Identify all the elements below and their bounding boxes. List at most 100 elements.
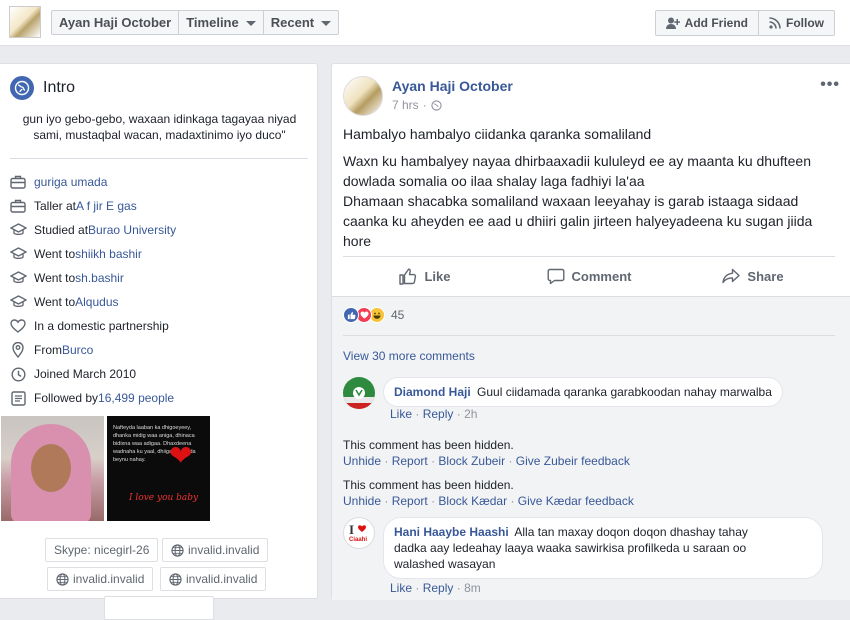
globe-icon [169,572,182,586]
comment-actions: Like · Reply · 8m [390,581,481,595]
divider [10,158,308,159]
report-link[interactable]: Report [392,454,428,468]
share-button[interactable]: Share [671,257,835,295]
heart-graphic-icon: ❤ [169,440,193,471]
profile-thumbnail[interactable] [9,6,41,38]
share-arrow-icon [722,268,741,284]
tab-recent[interactable]: Recent [264,11,338,34]
block-user-link[interactable]: Block Zubeir [438,454,505,468]
website-chip-1[interactable]: invalid.invalid [162,538,269,562]
follow-button[interactable]: Follow [759,11,834,35]
block-user-link[interactable]: Block Kædar [438,494,507,508]
comment-author[interactable]: Hani Haaybe Haashi [394,525,509,539]
profile-name: Ayan Haji October [59,15,172,30]
intro-row-text: Studied at [34,223,89,237]
comment-reply-link[interactable]: Reply [423,407,454,421]
comment-icon [547,268,565,284]
hidden-comment-message: This comment has been hidden. [343,438,514,452]
website-chip-3[interactable]: invalid.invalid [160,567,267,591]
add-friend-icon [665,17,680,29]
comment-author[interactable]: Diamond Haji [394,385,471,399]
commenter-avatar[interactable] [343,377,375,409]
graduation-cap-icon [9,245,27,263]
post-timestamp[interactable]: 7 hrs [392,98,419,112]
separator-dot: · [456,407,465,421]
separator-dot: · [427,454,439,468]
school-link[interactable]: Alqudus [75,295,118,309]
briefcase-icon [9,197,27,215]
post-line: dowlada somalia oo ilaa shalay laga fadh… [343,173,645,189]
comment-timestamp[interactable]: 8m [464,581,481,595]
followers-link[interactable]: 16,499 people [98,391,174,405]
school-link[interactable]: Burao University [88,223,176,237]
chevron-down-icon [321,21,332,26]
comment-text: Alla tan maxay doqon doqon dhashay tahay [514,525,748,539]
comment-text: dadka aay ledeahay laaya waaka sawirkisa… [394,541,747,555]
separator-dot: · [415,407,423,421]
profile-name-link[interactable]: Ayan Haji October [52,11,180,34]
like-button[interactable]: Like [343,257,507,295]
featured-photo-2[interactable]: Nafteyda laaban ka dhigoeyeey, dhanka mi… [107,416,210,521]
contact-chip-partial[interactable] [104,596,214,620]
intro-bio: gun iyo gebo-gebo, waxaan idinkaga tagay… [22,112,297,142]
tab-timeline-label: Timeline [186,15,239,30]
globe-icon [10,76,34,100]
unhide-link[interactable]: Unhide [343,494,381,508]
post-author-avatar[interactable] [343,76,383,116]
separator-dot: · [456,581,465,595]
unhide-link[interactable]: Unhide [343,454,381,468]
work-link[interactable]: A f jir E gas [76,199,137,213]
intro-row-relationship: In a domestic partnership [9,314,176,338]
hometown-link[interactable]: Burco [62,343,93,357]
graduation-cap-icon [9,293,27,311]
comment-bubble: Diamond Haji Guul ciidamada qaranka gara… [383,377,783,407]
followers-icon [9,389,27,407]
give-feedback-link[interactable]: Give Kædar feedback [518,494,634,508]
share-label: Share [747,268,784,284]
globe-privacy-icon[interactable] [431,99,442,111]
intro-row-text: Went to [34,247,76,261]
comment-text: walashed wasayan [394,557,496,571]
website-chip-2[interactable]: invalid.invalid [47,567,154,591]
intro-row-work-1: guriga umada [9,170,176,194]
give-feedback-link[interactable]: Give Zubeir feedback [516,454,630,468]
globe-icon [171,543,184,557]
comment-timestamp[interactable]: 2h [464,407,477,421]
featured-photo-1[interactable] [1,416,104,521]
skype-chip[interactable]: Skype: nicegirl-26 [45,538,159,562]
post-author-name[interactable]: Ayan Haji October [392,78,513,94]
commenter-avatar[interactable]: I Ciaahi [343,517,375,549]
intro-row-education-4: Went to Alqudus [9,290,176,314]
website-label: invalid.invalid [186,572,258,586]
reactions-summary[interactable]: 45 [343,307,404,323]
add-friend-button[interactable]: Add Friend [656,11,759,35]
school-link[interactable]: shiikh bashir [75,247,142,261]
tab-recent-label: Recent [270,15,315,30]
more-options-icon[interactable]: ••• [820,76,840,94]
school-link[interactable]: sh.bashir [75,271,124,285]
post-line: hore [343,233,372,249]
comment-button[interactable]: Comment [507,257,671,295]
photo-face-shape [31,444,71,492]
intro-row-text: Joined March 2010 [34,367,137,381]
view-more-comments-link[interactable]: View 30 more comments [343,349,475,363]
like-reaction-icon [343,307,359,323]
work-link[interactable]: guriga umada [34,175,107,189]
comment-reply-link[interactable]: Reply [423,581,454,595]
photo-caption: I love you baby [129,493,199,503]
globe-icon [56,572,69,586]
reaction-count: 45 [391,308,405,322]
report-link[interactable]: Report [392,494,428,508]
comment-like-link[interactable]: Like [390,407,412,421]
intro-list: guriga umada Taller at A f jir E gas Stu… [9,170,176,410]
separator-dot: · [381,494,392,508]
graduation-cap-icon [9,269,27,287]
profile-actions: Add Friend Follow [654,10,835,36]
tab-timeline[interactable]: Timeline [179,11,264,34]
briefcase-icon [9,173,27,191]
comment-like-link[interactable]: Like [390,581,412,595]
post-line: Waxn ku hambalyey nayaa dhirbaaxadii kul… [343,153,811,169]
like-label: Like [424,268,451,284]
website-label: invalid.invalid [188,543,260,557]
post-card: Ayan Haji October 7 hrs · ••• Hambalyo h… [331,63,850,600]
